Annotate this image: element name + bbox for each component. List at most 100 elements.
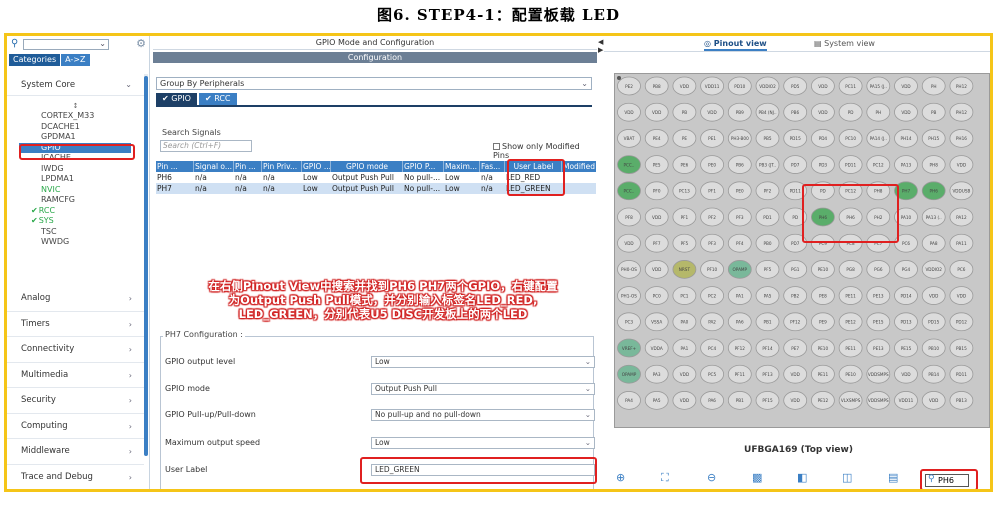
pin-label: PF5 (764, 267, 772, 272)
column-header[interactable]: Pin ... (157, 161, 194, 172)
pin-label: PA11 (956, 241, 967, 246)
list-item[interactable]: CORTEX_M33 (7, 111, 144, 122)
column-header[interactable]: Signal o... (195, 161, 234, 172)
category-system-core[interactable]: System Core ⌄ (7, 74, 144, 96)
list-item[interactable]: DCACHE1 (7, 122, 144, 133)
list-item[interactable]: LPDMA1 (7, 174, 144, 185)
pin-label: PG4 (902, 267, 911, 272)
sort-icon[interactable]: ↕ (7, 102, 144, 111)
pin-label: PH16 (956, 136, 967, 141)
pin-label: PD13 (900, 320, 911, 325)
pin-label: PF7 (653, 241, 661, 246)
column-header[interactable]: Fas... (481, 161, 505, 172)
pin-label: PH (875, 110, 881, 115)
list-item[interactable]: GPDMA1 (7, 132, 144, 143)
column-header[interactable]: Pin ... (235, 161, 262, 172)
tab-pinout-view[interactable]: ◎ Pinout view (704, 39, 767, 51)
list-item[interactable]: RAMCFG (7, 195, 144, 206)
tab-system-view[interactable]: ▤ System view (814, 39, 875, 48)
pin-label: PH14 (900, 136, 911, 141)
chevron-down-icon[interactable]: ⌄ (99, 39, 106, 48)
list-item[interactable]: TSC (7, 227, 144, 238)
column-header[interactable]: Pin Priv... (263, 161, 302, 172)
config-label: User Label (165, 465, 208, 474)
pin-grid[interactable]: PE2 PB8 VDD VDD11 PD10 VDDIO2 PD5 VDD PC11 PA15 (… (615, 74, 991, 429)
pin-label: PB (682, 110, 688, 115)
pin-label: PH0-OS (621, 267, 637, 272)
show-modified-checkbox[interactable]: Show only Modified Pins (493, 142, 597, 160)
layout-icon[interactable]: ▤ (888, 471, 898, 484)
left-scrollbar[interactable] (144, 74, 148, 456)
list-item[interactable]: NVIC (7, 185, 144, 196)
category-multimedia[interactable]: Multimedia › (7, 363, 144, 388)
category-security[interactable]: Security › (7, 388, 144, 414)
category-middleware[interactable]: Middleware › (7, 439, 144, 465)
pin-label: VDD (957, 293, 966, 298)
collapse-left-icon[interactable]: ◀ (598, 38, 603, 46)
tab-categories[interactable]: Categories (9, 54, 61, 66)
pin-label: PB (931, 110, 937, 115)
pin-label: PE15 (901, 346, 912, 351)
split-icon[interactable]: ◫ (842, 471, 852, 484)
zoom-in-icon[interactable]: ⊕ (616, 471, 625, 484)
output-level-select[interactable]: Low ⌄ (371, 356, 595, 368)
column-header[interactable]: GPIO mode (332, 161, 403, 172)
zoom-out-icon[interactable]: ⊖ (707, 471, 716, 484)
list-item[interactable]: ✔RCC (7, 206, 144, 217)
select-value: Low (375, 438, 390, 447)
pin-label: PD5 (791, 84, 800, 89)
category-analog[interactable]: Analog › (7, 286, 144, 312)
pull-select[interactable]: No pull-up and no pull-down ⌄ (371, 409, 595, 421)
column-header[interactable]: Maxim... (445, 161, 480, 172)
category-connectivity[interactable]: Connectivity › (7, 337, 144, 363)
category-trace-debug[interactable]: Trace and Debug › (7, 465, 144, 490)
pin-label: PF13 (762, 372, 773, 377)
config-output-level: GPIO output level Low ⌄ (165, 356, 595, 368)
pin-label: VDDSMPS (868, 372, 889, 377)
pin-label: PG8 (846, 267, 855, 272)
pin-label: VDDSMPS (868, 398, 889, 403)
speed-select[interactable]: Low ⌄ (371, 437, 595, 449)
panel-splitter[interactable]: ◀ ▶ (597, 36, 604, 489)
category-computing[interactable]: Computing › (7, 414, 144, 439)
table-cell: Low (445, 173, 460, 182)
pin-label: PB6 (791, 110, 799, 115)
collapse-right-icon[interactable]: ▶ (598, 46, 603, 54)
fit-icon[interactable]: ⛶ (661, 471, 669, 485)
tab-gpio[interactable]: ✔ GPIO (156, 93, 197, 105)
pin-label: PA8 (930, 241, 938, 246)
category-search-input[interactable]: ⌄ (23, 39, 109, 50)
pin-label: PC1 (680, 293, 688, 298)
group-by-select[interactable]: Group By Peripherals ⌄ (156, 77, 592, 90)
column-header[interactable]: GPIO ... (303, 161, 331, 172)
tab-a-z[interactable]: A->Z (61, 54, 90, 66)
pin-label: VDD (624, 110, 633, 115)
rotate-icon[interactable]: ◧ (797, 471, 807, 484)
pin-label: PB15 (956, 346, 967, 351)
pin-label: PE9 (819, 320, 827, 325)
list-item[interactable]: IWDG (7, 164, 144, 175)
tab-rcc[interactable]: ✔ RCC (198, 93, 237, 105)
gear-icon[interactable]: ⚙ (136, 37, 146, 50)
table-cell: n/a (481, 173, 493, 182)
pin-label: VDD (901, 372, 910, 377)
pin-label: PG1 (791, 267, 800, 272)
column-header[interactable]: GPIO P... (404, 161, 444, 172)
category-timers[interactable]: Timers › (7, 312, 144, 337)
pin-label: PB10 (928, 346, 939, 351)
pin-label: PF10 (707, 267, 718, 272)
list-item[interactable]: WWDG (7, 237, 144, 248)
pin-label: PC3 (625, 320, 633, 325)
pin-label: PF12 (790, 320, 801, 325)
list-item[interactable]: ✔SYS (7, 216, 144, 227)
table-cell: n/a (481, 184, 493, 193)
scrollbar-thumb[interactable] (144, 76, 148, 456)
column-header[interactable]: Modified (563, 161, 596, 172)
export-icon[interactable]: ▩ (752, 471, 762, 484)
checkbox-icon (493, 143, 500, 150)
pin-label: PD11 (845, 162, 856, 167)
search-signals-input[interactable]: Search (Ctrl+F) (160, 140, 252, 152)
gpio-mode-select[interactable]: Output Push Pull ⌄ (371, 383, 595, 395)
table-cell: n/a (235, 184, 247, 193)
table-cell: PH7 (157, 184, 172, 193)
